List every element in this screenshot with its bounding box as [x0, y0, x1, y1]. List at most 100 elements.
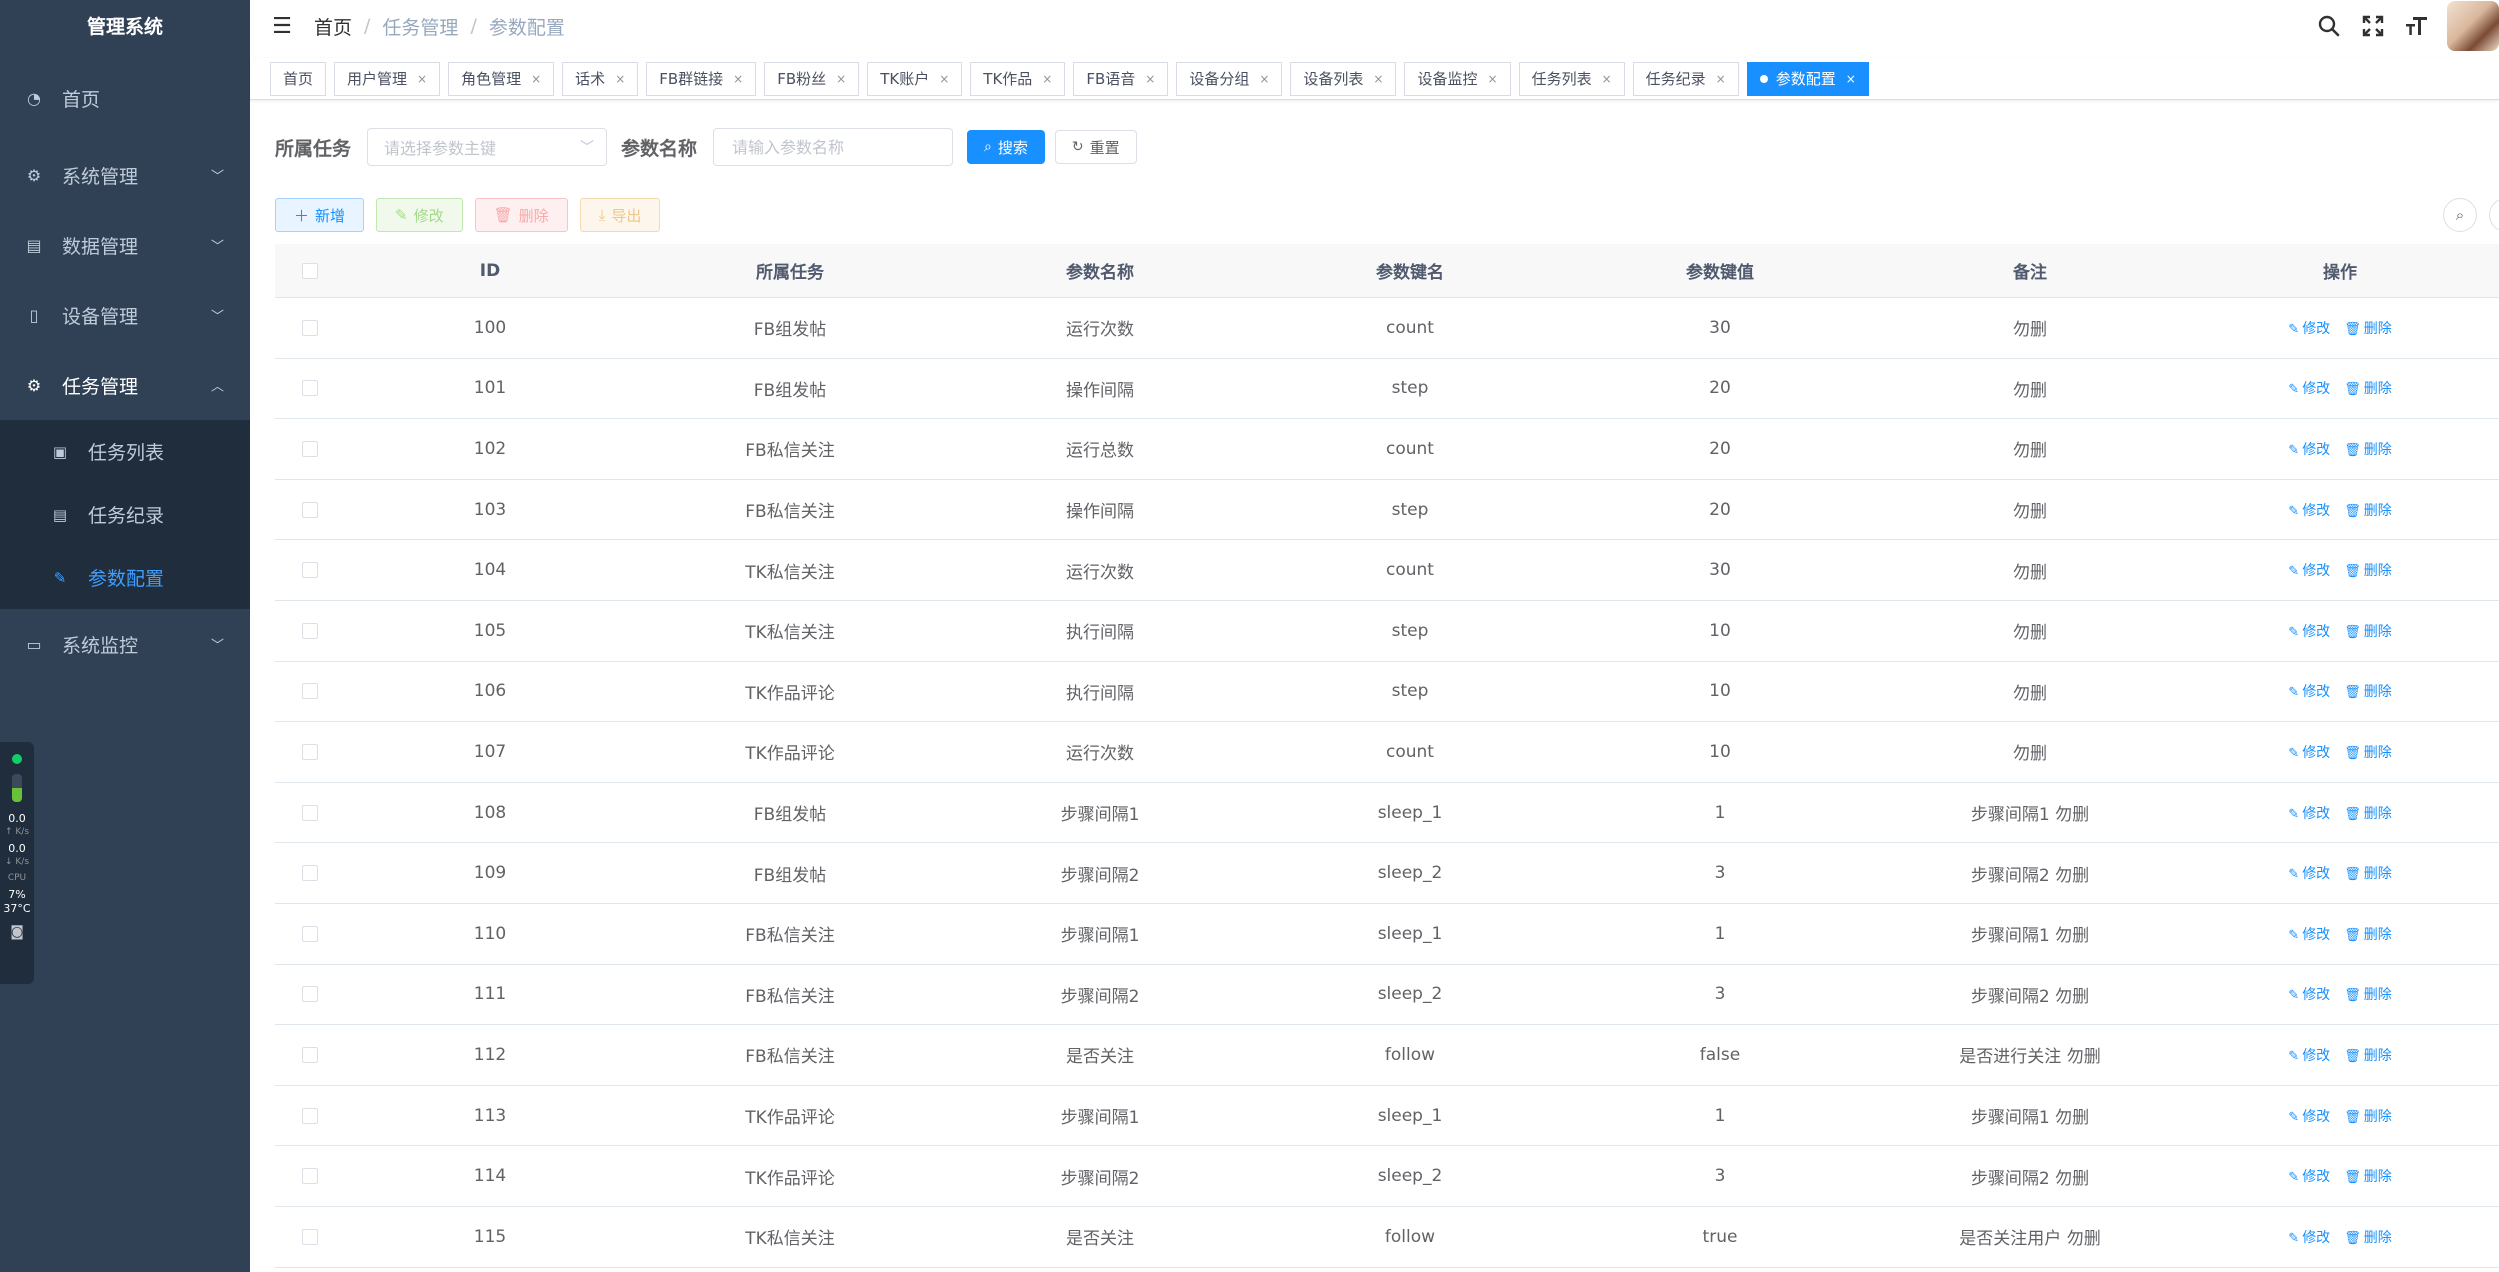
row-edit-link[interactable]: ✎ 修改 [2288, 803, 2330, 823]
row-edit-link[interactable]: ✎ 修改 [2288, 742, 2330, 762]
camera-icon[interactable]: ◙ [0, 924, 34, 940]
row-edit-link[interactable]: ✎ 修改 [2288, 924, 2330, 944]
row-delete-link[interactable]: 🗑 删除 [2344, 1106, 2392, 1126]
tag-10[interactable]: 设备列表 × [1290, 61, 1397, 96]
close-icon[interactable]: × [1716, 72, 1726, 86]
row-checkbox[interactable] [302, 380, 318, 397]
edit-button[interactable]: ✎ 修改 [376, 198, 463, 232]
row-edit-link[interactable]: ✎ 修改 [2288, 863, 2330, 883]
row-delete-link[interactable]: 🗑 删除 [2344, 560, 2392, 580]
row-edit-link[interactable]: ✎ 修改 [2288, 378, 2330, 398]
close-icon[interactable]: × [836, 72, 846, 86]
tag-11[interactable]: 设备监控 × [1404, 61, 1511, 96]
close-icon[interactable]: × [1145, 72, 1155, 86]
sidebar-item-home[interactable]: ◔ 首页 [0, 50, 250, 140]
row-edit-link[interactable]: ✎ 修改 [2288, 1045, 2330, 1065]
close-icon[interactable]: × [1488, 72, 1498, 86]
tag-0[interactable]: 首页 [270, 61, 327, 96]
row-delete-link[interactable]: 🗑 删除 [2344, 500, 2392, 520]
row-checkbox[interactable] [302, 319, 318, 336]
avatar[interactable] [2447, 1, 2499, 51]
search-button[interactable]: ⌕ 搜索 [967, 130, 1045, 164]
close-icon[interactable]: × [1602, 72, 1612, 86]
row-delete-link[interactable]: 🗑 删除 [2344, 318, 2392, 338]
task-select[interactable]: 请选择参数主键 ﹀ [367, 128, 608, 166]
tag-14[interactable]: 参数配置 × [1746, 61, 1869, 96]
tag-7[interactable]: TK作品 × [970, 61, 1066, 96]
row-edit-link[interactable]: ✎ 修改 [2288, 1106, 2330, 1126]
row-edit-link[interactable]: ✎ 修改 [2288, 439, 2330, 459]
row-checkbox[interactable] [302, 743, 318, 760]
row-edit-link[interactable]: ✎ 修改 [2288, 318, 2330, 338]
tag-13[interactable]: 任务纪录 × [1632, 61, 1739, 96]
row-delete-link[interactable]: 🗑 删除 [2344, 863, 2392, 883]
close-icon[interactable]: × [417, 72, 427, 86]
row-edit-link[interactable]: ✎ 修改 [2288, 621, 2330, 641]
row-delete-link[interactable]: 🗑 删除 [2344, 378, 2392, 398]
sidebar-item-device[interactable]: ▯ 设备管理 ﹀ [0, 280, 250, 350]
row-edit-link[interactable]: ✎ 修改 [2288, 681, 2330, 701]
row-delete-link[interactable]: 🗑 删除 [2344, 621, 2392, 641]
row-checkbox[interactable] [302, 622, 318, 639]
close-icon[interactable]: × [1846, 72, 1856, 86]
row-delete-link[interactable]: 🗑 删除 [2344, 742, 2392, 762]
delete-button[interactable]: 🗑 删除 [474, 198, 568, 232]
hamburger-icon[interactable]: ☰ [250, 0, 314, 52]
system-monitor-widget[interactable]: 0.0 ↑ K/s 0.0 ↓ K/s CPU 7% 37°C ◙ [0, 742, 34, 984]
sidebar-item-param-config[interactable]: ✎ 参数配置 [0, 546, 250, 609]
row-checkbox[interactable] [302, 440, 318, 457]
row-checkbox[interactable] [302, 1228, 318, 1245]
row-checkbox[interactable] [302, 804, 318, 821]
tag-12[interactable]: 任务列表 × [1518, 61, 1625, 96]
row-edit-link[interactable]: ✎ 修改 [2288, 984, 2330, 1004]
close-icon[interactable]: × [1259, 72, 1269, 86]
row-delete-link[interactable]: 🗑 删除 [2344, 924, 2392, 944]
close-icon[interactable]: × [531, 72, 541, 86]
close-icon[interactable]: × [733, 72, 743, 86]
tag-4[interactable]: FB群链接 × [646, 61, 757, 96]
tag-5[interactable]: FB粉丝 × [764, 61, 860, 96]
select-all-checkbox[interactable] [302, 262, 318, 279]
breadcrumb-home[interactable]: 首页 [314, 13, 352, 40]
sidebar-item-system[interactable]: ⚙ 系统管理 ﹀ [0, 140, 250, 210]
sidebar-item-task[interactable]: ⚙ 任务管理 ︿ [0, 350, 250, 420]
row-checkbox[interactable] [302, 986, 318, 1003]
sidebar-item-task-log[interactable]: ▤ 任务纪录 [0, 483, 250, 546]
row-checkbox[interactable] [302, 1168, 318, 1185]
row-checkbox[interactable] [302, 865, 318, 882]
tag-2[interactable]: 角色管理 × [448, 61, 555, 96]
row-delete-link[interactable]: 🗑 删除 [2344, 1166, 2392, 1186]
row-checkbox[interactable] [302, 501, 318, 518]
row-delete-link[interactable]: 🗑 删除 [2344, 1045, 2392, 1065]
export-button[interactable]: ⤓ 导出 [579, 198, 661, 232]
row-delete-link[interactable]: 🗑 删除 [2344, 439, 2392, 459]
close-icon[interactable]: × [939, 72, 949, 86]
row-checkbox[interactable] [302, 925, 318, 942]
row-delete-link[interactable]: 🗑 删除 [2344, 984, 2392, 1004]
row-delete-link[interactable]: 🗑 删除 [2344, 681, 2392, 701]
row-checkbox[interactable] [302, 1107, 318, 1124]
row-checkbox[interactable] [302, 1046, 318, 1063]
sidebar-item-monitor[interactable]: ▭ 系统监控 ﹀ [0, 609, 250, 679]
row-edit-link[interactable]: ✎ 修改 [2288, 500, 2330, 520]
sidebar-item-data[interactable]: ▤ 数据管理 ﹀ [0, 210, 250, 280]
row-edit-link[interactable]: ✎ 修改 [2288, 1166, 2330, 1186]
row-delete-link[interactable]: 🗑 删除 [2344, 803, 2392, 823]
tag-6[interactable]: TK账户 × [867, 61, 963, 96]
tag-9[interactable]: 设备分组 × [1176, 61, 1283, 96]
row-delete-link[interactable]: 🗑 删除 [2344, 1227, 2392, 1247]
reset-button[interactable]: ↻ 重置 [1054, 130, 1137, 164]
search-icon[interactable] [2307, 0, 2351, 52]
tag-8[interactable]: FB语音 × [1073, 61, 1169, 96]
close-icon[interactable]: × [615, 72, 625, 86]
row-edit-link[interactable]: ✎ 修改 [2288, 1227, 2330, 1247]
row-edit-link[interactable]: ✎ 修改 [2288, 560, 2330, 580]
refresh-table-button[interactable]: ↻ [2489, 198, 2499, 232]
close-icon[interactable]: × [1373, 72, 1383, 86]
sidebar-item-task-list[interactable]: ▣ 任务列表 [0, 420, 250, 483]
add-button[interactable]: ＋ 新增 [275, 198, 365, 232]
fullscreen-icon[interactable] [2351, 0, 2395, 52]
row-checkbox[interactable] [302, 683, 318, 700]
tag-3[interactable]: 话术 × [562, 61, 639, 96]
toggle-search-button[interactable]: ⌕ [2443, 198, 2477, 232]
